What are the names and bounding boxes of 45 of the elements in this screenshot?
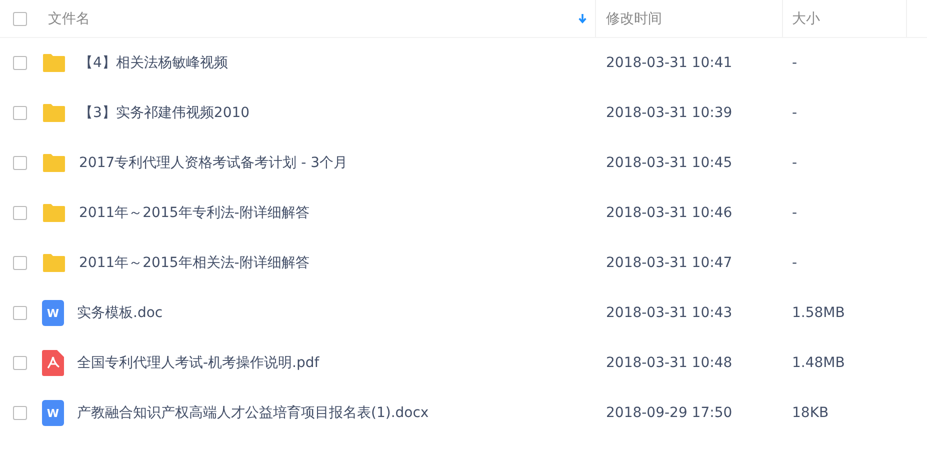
file-size: - [792,105,798,121]
file-name[interactable]: 实务模板.doc [77,304,163,322]
checkbox[interactable] [13,206,27,220]
file-name[interactable]: 产教融合知识产权高端人才公益培育项目报名表(1).docx [77,404,429,422]
modified-time: 2018-03-31 10:48 [606,355,732,371]
checkbox[interactable] [13,156,27,170]
modified-time: 2018-03-31 10:43 [606,305,732,321]
column-header[interactable]: 文件名 [40,0,596,37]
folder-icon [42,53,66,73]
checkbox[interactable] [13,356,27,370]
checkbox[interactable] [13,12,27,26]
file-size: 1.58MB [792,305,845,321]
word-document-icon: W [42,300,64,326]
file-size: 18KB [792,405,829,421]
file-size: - [792,155,798,171]
column-header[interactable]: 修改时间 [596,0,783,37]
file-name[interactable]: 2011年～2015年专利法-附详细解答 [79,204,310,222]
modified-time: 2018-03-31 10:39 [606,105,732,121]
file-size: - [792,255,798,271]
checkbox[interactable] [13,306,27,320]
modified-time: 2018-09-29 17:50 [606,405,732,421]
file-name[interactable]: 2011年～2015年相关法-附详细解答 [79,254,310,272]
checkbox[interactable] [13,56,27,70]
folder-icon [42,203,66,223]
checkbox[interactable] [13,256,27,270]
file-size: - [792,55,798,71]
modified-time: 2018-03-31 10:45 [606,155,732,171]
file-size: - [792,205,798,221]
checkbox[interactable] [13,106,27,120]
word-document-icon: W [42,400,64,426]
folder-icon [42,103,66,123]
modified-time: 2018-03-31 10:41 [606,55,732,71]
column-header[interactable]: 大小 [783,0,907,37]
file-name[interactable]: 全国专利代理人考试-机考操作说明.pdf [77,354,320,372]
sort-arrow-icon [578,13,587,24]
file-size: 1.48MB [792,355,845,371]
file-name[interactable]: 2017专利代理人资格考试备考计划 - 3个月 [79,154,348,172]
file-name[interactable]: 【4】相关法杨敏峰视频 [79,54,228,72]
modified-time: 2018-03-31 10:46 [606,205,732,221]
file-name[interactable]: 【3】实务祁建伟视频2010 [79,104,250,122]
folder-icon [42,153,66,173]
checkbox[interactable] [13,406,27,420]
folder-icon [42,253,66,273]
pdf-icon [42,350,64,376]
modified-time: 2018-03-31 10:47 [606,255,732,271]
